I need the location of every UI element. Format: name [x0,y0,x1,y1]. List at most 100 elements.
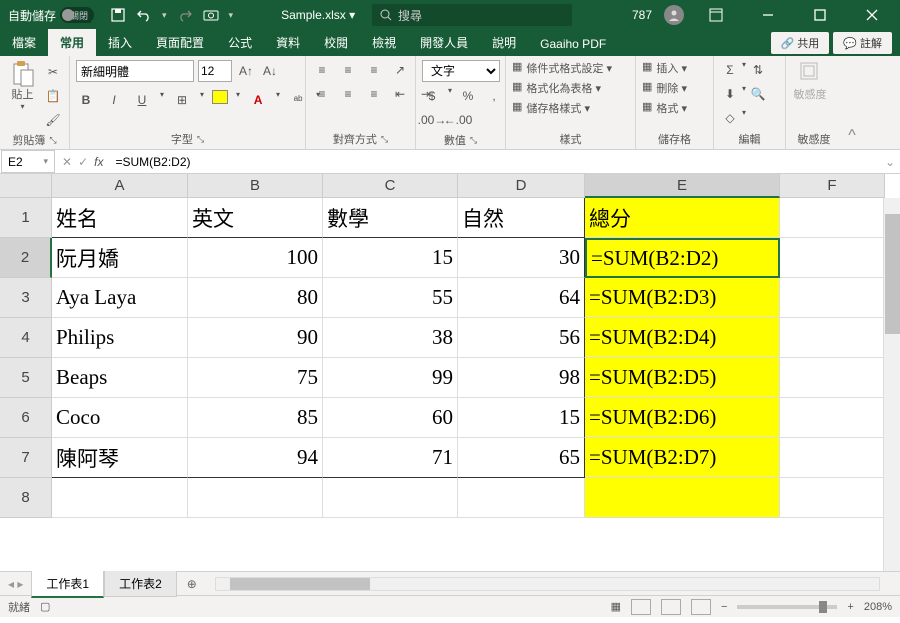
page-layout-view-icon[interactable] [661,599,681,615]
hscroll-thumb[interactable] [230,578,370,590]
vertical-scrollbar[interactable] [883,198,900,571]
camera-icon[interactable] [203,7,219,23]
undo-icon[interactable] [136,7,152,23]
cell-E5[interactable]: =SUM(B2:D5) [585,358,780,398]
fx-icon[interactable]: fx [94,155,103,169]
tab-file[interactable]: 檔案 [0,29,48,56]
increase-font-icon[interactable]: A↑ [236,61,256,81]
cell-C6[interactable]: 60 [323,398,458,438]
cell-B8[interactable] [188,478,323,518]
tab-formulas[interactable]: 公式 [216,29,264,56]
align-bottom-icon[interactable]: ≡ [364,60,384,80]
cell-A8[interactable] [52,478,188,518]
cell-E1[interactable]: 總分 [585,198,780,238]
autosave-control[interactable]: 自動儲存 關閉 [0,7,102,24]
cell-A5[interactable]: Beaps [52,358,188,398]
zoom-slider[interactable] [737,605,837,609]
indent-decrease-icon[interactable]: ⇤ [390,84,410,104]
cell-A1[interactable]: 姓名 [52,198,188,238]
autosum-icon[interactable]: Σ [720,60,740,80]
row-header-8[interactable]: 8 [0,478,52,518]
italic-button[interactable]: I [104,90,124,110]
user-avatar[interactable] [664,5,684,25]
cell-A4[interactable]: Philips [52,318,188,358]
underline-button[interactable]: U [132,90,152,110]
align-center-icon[interactable]: ≡ [338,84,358,104]
cell-A7[interactable]: 陳阿琴 [52,438,188,478]
horizontal-scrollbar[interactable] [215,577,880,591]
clear-icon[interactable]: ◇ [720,108,740,128]
formula-input[interactable]: =SUM(B2:D2) [109,155,880,169]
find-icon[interactable]: 🔍 [748,84,768,104]
number-format-select[interactable]: 文字 [422,60,500,82]
cell-C3[interactable]: 55 [323,278,458,318]
cell-C7[interactable]: 71 [323,438,458,478]
cell-B5[interactable]: 75 [188,358,323,398]
cell-E4[interactable]: =SUM(B2:D4) [585,318,780,358]
cell-F3[interactable] [780,278,885,318]
zoom-level[interactable]: 208% [864,601,892,613]
num-launcher-icon[interactable]: ⤡ [470,135,477,146]
cell-B4[interactable]: 90 [188,318,323,358]
decrease-font-icon[interactable]: A↓ [260,61,280,81]
cell-B6[interactable]: 85 [188,398,323,438]
cell-F4[interactable] [780,318,885,358]
tab-page-layout[interactable]: 頁面配置 [144,29,216,56]
add-sheet-button[interactable]: ⊕ [177,577,207,591]
enter-formula-icon[interactable]: ✓ [78,155,88,169]
row-header-6[interactable]: 6 [0,398,52,438]
save-icon[interactable] [110,7,126,23]
align-middle-icon[interactable]: ≡ [338,60,358,80]
cell-D5[interactable]: 98 [458,358,585,398]
paste-button[interactable]: 貼上 ▾ [6,60,39,111]
border-icon[interactable]: ⊞ [172,90,192,110]
cell-D1[interactable]: 自然 [458,198,585,238]
row-header-2[interactable]: 2 [0,238,52,278]
font-name-select[interactable] [76,60,194,82]
col-header-C[interactable]: C [323,174,458,198]
cell-A2[interactable]: 阮月嬌 [52,238,188,278]
minimize-icon[interactable] [748,0,788,30]
align-top-icon[interactable]: ≡ [312,60,332,80]
row-header-1[interactable]: 1 [0,198,52,238]
font-size-select[interactable] [198,60,232,82]
sensitivity-button[interactable]: 敏感度 [792,60,828,102]
tab-review[interactable]: 校閱 [312,29,360,56]
display-settings-icon[interactable]: ▦ [611,600,621,613]
fill-icon[interactable]: ⬇ [720,84,740,104]
fill-color-icon[interactable] [212,90,228,104]
cell-E7[interactable]: =SUM(B2:D7) [585,438,780,478]
cell-C1[interactable]: 數學 [323,198,458,238]
col-header-F[interactable]: F [780,174,885,198]
tab-developer[interactable]: 開發人員 [408,29,480,56]
delete-cells-button[interactable]: ▦刪除 ▾ [642,80,687,96]
cell-B1[interactable]: 英文 [188,198,323,238]
tab-insert[interactable]: 插入 [96,29,144,56]
font-color-icon[interactable]: A [248,90,268,110]
cell-D7[interactable]: 65 [458,438,585,478]
format-as-table-button[interactable]: ▦格式化為表格 ▾ [512,80,601,96]
share-button[interactable]: 🔗共用 [771,32,830,54]
clipboard-launcher-icon[interactable]: ⤡ [49,135,56,146]
align-launcher-icon[interactable]: ⤡ [381,134,388,145]
insert-cells-button[interactable]: ▦插入 ▾ [642,60,687,76]
tab-home[interactable]: 常用 [48,29,96,56]
conditional-formatting-button[interactable]: ▦條件式格式設定 ▾ [512,60,612,76]
currency-icon[interactable]: $ [422,86,442,106]
bold-button[interactable]: B [76,90,96,110]
page-break-view-icon[interactable] [691,599,711,615]
expand-formula-bar-icon[interactable]: ⌄ [880,155,900,169]
cell-B3[interactable]: 80 [188,278,323,318]
normal-view-icon[interactable] [631,599,651,615]
close-icon[interactable] [852,0,892,30]
undo-dropdown-icon[interactable]: ▾ [162,10,167,21]
copy-icon[interactable]: 📋 [43,86,63,106]
comma-icon[interactable]: , [484,86,504,106]
cell-C4[interactable]: 38 [323,318,458,358]
ribbon-mode-icon[interactable] [696,0,736,30]
row-header-7[interactable]: 7 [0,438,52,478]
search-box[interactable]: 搜尋 [372,4,572,26]
col-header-D[interactable]: D [458,174,585,198]
percent-icon[interactable]: % [458,86,478,106]
cut-icon[interactable]: ✂ [43,62,63,82]
